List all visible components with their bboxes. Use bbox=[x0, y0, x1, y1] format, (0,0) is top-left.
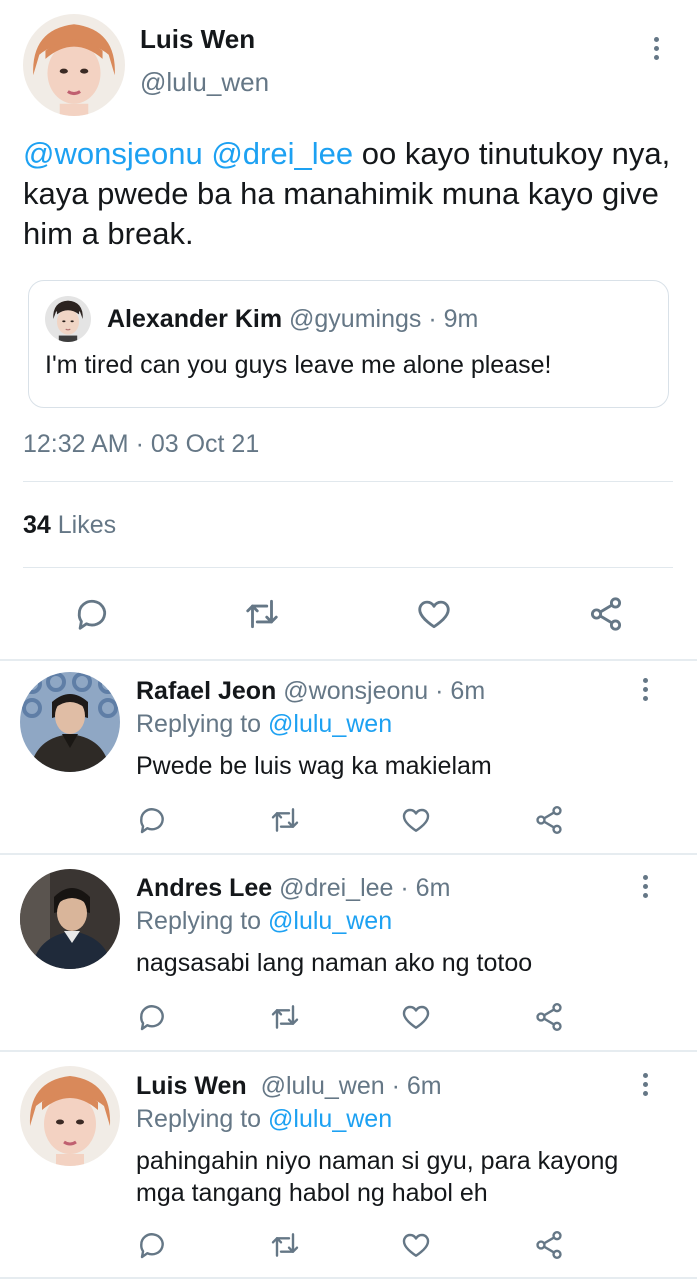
reply-header: Luis Wen @lulu_wen · 6m bbox=[136, 1072, 442, 1101]
more-options-icon[interactable] bbox=[633, 868, 657, 904]
divider bbox=[0, 853, 697, 855]
user-name[interactable]: Andres Lee bbox=[136, 874, 272, 902]
user-handle[interactable]: @drei_lee bbox=[272, 874, 393, 902]
user-name[interactable]: Luis Wen bbox=[136, 1072, 247, 1100]
tweet-text: @wonsjeonu @drei_lee oo kayo tinutukoy n… bbox=[23, 134, 678, 254]
divider bbox=[0, 1277, 697, 1279]
replying-label: Replying to bbox=[136, 1105, 269, 1133]
likes-label: Likes bbox=[50, 511, 117, 539]
reply-time: · 6m bbox=[384, 1072, 442, 1100]
avatar[interactable] bbox=[20, 869, 120, 969]
divider bbox=[0, 659, 697, 661]
avatar[interactable] bbox=[23, 14, 125, 116]
share-icon[interactable] bbox=[584, 592, 628, 636]
divider bbox=[23, 481, 673, 482]
user-name[interactable]: Luis Wen bbox=[140, 24, 255, 55]
quote-header: Alexander Kim @gyumings · 9m bbox=[107, 305, 478, 334]
reply-icon[interactable] bbox=[70, 592, 114, 636]
like-icon[interactable] bbox=[398, 1227, 434, 1263]
reply-icon[interactable] bbox=[134, 1227, 170, 1263]
mention-link[interactable]: @wonsjeonu bbox=[23, 136, 203, 171]
user-handle[interactable]: @lulu_wen bbox=[247, 1072, 385, 1100]
like-icon[interactable] bbox=[398, 999, 434, 1035]
reply-icon[interactable] bbox=[134, 999, 170, 1035]
reply-header: Rafael Jeon @wonsjeonu · 6m bbox=[136, 677, 485, 706]
divider bbox=[0, 1050, 697, 1052]
mention-link[interactable]: @drei_lee bbox=[211, 136, 353, 171]
share-icon[interactable] bbox=[531, 999, 567, 1035]
likes-count[interactable]: 34 Likes bbox=[23, 511, 116, 540]
reply-text: pahingahin niyo naman si gyu, para kayon… bbox=[136, 1147, 619, 1207]
reply-header: Andres Lee @drei_lee · 6m bbox=[136, 874, 450, 903]
more-options-icon[interactable] bbox=[633, 671, 657, 707]
quote-user-name: Alexander Kim bbox=[107, 305, 283, 333]
reply-text: Pwede be luis wag ka makielam bbox=[136, 752, 492, 780]
reply-time: · 6m bbox=[428, 677, 486, 705]
quoted-tweet[interactable]: Alexander Kim @gyumings · 9m I'm tired c… bbox=[28, 280, 669, 408]
reply-time: · 6m bbox=[393, 874, 451, 902]
divider bbox=[23, 567, 673, 568]
like-icon[interactable] bbox=[398, 802, 434, 838]
user-handle[interactable]: @wonsjeonu bbox=[276, 677, 428, 705]
tweet-timestamp: 12:32 AM · 03 Oct 21 bbox=[23, 430, 260, 458]
user-name[interactable]: Rafael Jeon bbox=[136, 677, 276, 705]
retweet-icon[interactable] bbox=[267, 1227, 303, 1263]
share-icon[interactable] bbox=[531, 802, 567, 838]
replying-to: Replying to @lulu_wen bbox=[136, 907, 392, 936]
user-handle[interactable]: @lulu_wen bbox=[140, 67, 269, 98]
quote-user-handle: @gyumings bbox=[289, 305, 422, 333]
share-icon[interactable] bbox=[531, 1227, 567, 1263]
retweet-icon[interactable] bbox=[267, 802, 303, 838]
mention-link[interactable]: @lulu_wen bbox=[268, 710, 392, 738]
replying-to: Replying to @lulu_wen bbox=[136, 710, 392, 739]
more-options-icon[interactable] bbox=[633, 1066, 657, 1102]
avatar bbox=[45, 296, 91, 342]
avatar[interactable] bbox=[20, 1066, 120, 1166]
more-options-icon[interactable] bbox=[644, 30, 668, 66]
likes-number: 34 bbox=[23, 511, 51, 539]
reply-icon[interactable] bbox=[134, 802, 170, 838]
replying-to: Replying to @lulu_wen bbox=[136, 1105, 392, 1134]
like-icon[interactable] bbox=[412, 592, 456, 636]
replying-label: Replying to bbox=[136, 710, 269, 738]
retweet-icon[interactable] bbox=[267, 999, 303, 1035]
retweet-icon[interactable] bbox=[240, 592, 284, 636]
reply-text: nagsasabi lang naman ako ng totoo bbox=[136, 949, 533, 977]
mention-link[interactable]: @lulu_wen bbox=[268, 1105, 392, 1133]
quote-time: · 9m bbox=[421, 305, 479, 333]
mention-link[interactable]: @lulu_wen bbox=[268, 907, 392, 935]
replying-label: Replying to bbox=[136, 907, 269, 935]
quote-text: I'm tired can you guys leave me alone pl… bbox=[45, 351, 552, 379]
avatar[interactable] bbox=[20, 672, 120, 772]
